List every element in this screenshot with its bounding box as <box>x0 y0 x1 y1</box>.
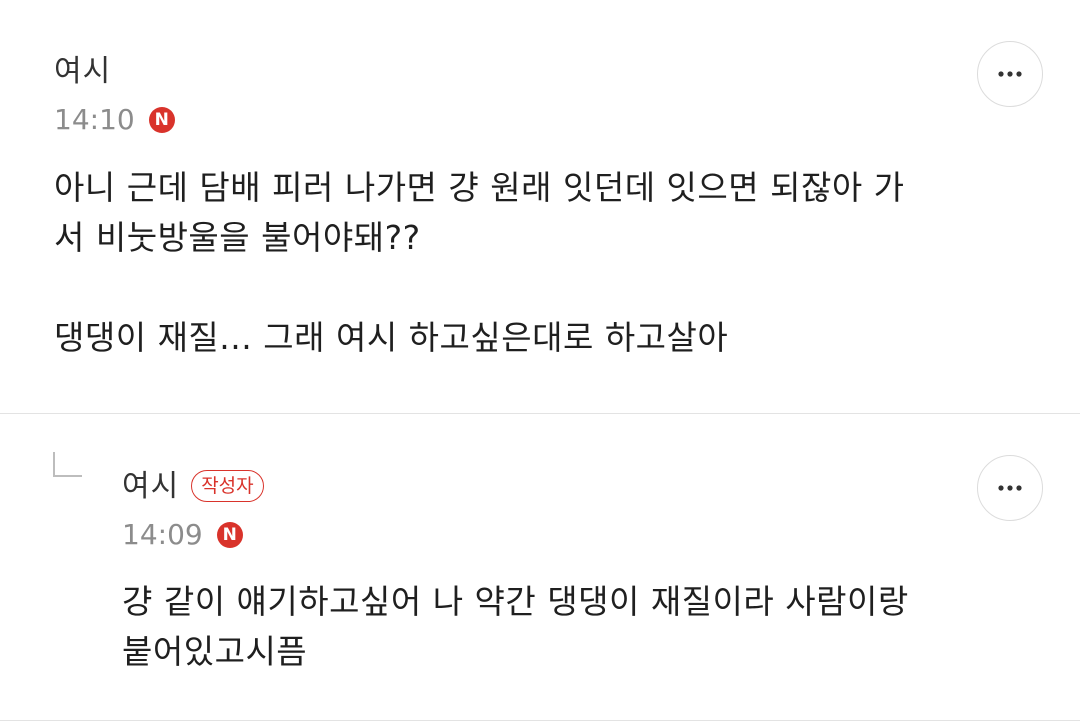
reply-arrow-icon <box>53 452 82 477</box>
writer-badge: 작성자 <box>191 469 264 502</box>
comment-time: 14:09 <box>122 518 203 551</box>
comment-time: 14:10 <box>54 103 135 136</box>
comment-author[interactable]: 여시 <box>54 52 111 92</box>
comment-item: 여시 14:10 N 아니 근데 담배 피러 나가면 걍 원래 잇던데 잇으면 … <box>0 0 1080 413</box>
comment-meta: 14:10 N <box>54 102 175 138</box>
more-horizontal-icon <box>998 71 1022 77</box>
comment-author-name[interactable]: 여시 <box>122 469 179 504</box>
more-options-button[interactable] <box>977 455 1043 521</box>
comment-meta: 14:09 N <box>122 517 243 553</box>
comment-body: 아니 근데 담배 피러 나가면 걍 원래 잇던데 잇으면 되잖아 가 서 비눗방… <box>54 168 905 357</box>
comment-author: 여시 작성자 <box>122 467 264 507</box>
reply-comment-item: 여시 작성자 14:09 N 걍 같이 얘기하고싶어 나 약간 댕댕이 재질이라 … <box>0 414 1080 725</box>
more-horizontal-icon <box>998 485 1022 491</box>
new-badge: N <box>216 522 243 548</box>
comment-divider <box>0 720 1080 721</box>
comment-body: 걍 같이 얘기하고싶어 나 약간 댕댕이 재질이라 사람이랑 붙어있고시픔 <box>122 582 909 671</box>
more-options-button[interactable] <box>977 41 1043 107</box>
new-badge: N <box>148 107 175 133</box>
